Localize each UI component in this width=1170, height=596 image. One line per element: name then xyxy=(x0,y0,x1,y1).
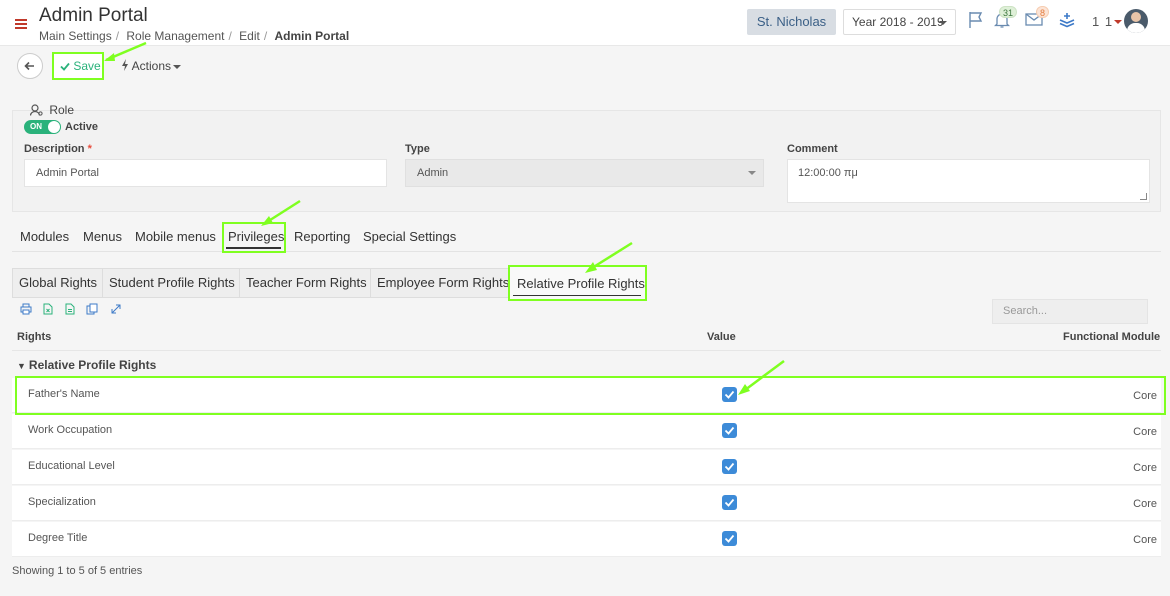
save-button[interactable]: Save xyxy=(52,52,104,80)
year-label: Year 2018 - 2019 xyxy=(852,15,944,29)
right-name: Work Occupation xyxy=(28,424,113,436)
table-row: Specialization Core xyxy=(12,486,1161,521)
annotation-arrow-icon xyxy=(104,41,147,62)
arrow-left-icon xyxy=(24,61,34,71)
resize-handle xyxy=(1140,193,1147,200)
subtab-student-profile-rights[interactable]: Student Profile Rights xyxy=(102,268,242,298)
search-input[interactable]: Search... xyxy=(992,299,1148,324)
module-value: Core xyxy=(1133,534,1157,546)
notification-badge: 31 xyxy=(999,6,1018,18)
annotation-arrow-icon xyxy=(585,241,633,273)
menu-icon[interactable] xyxy=(15,19,27,29)
save-label: Save xyxy=(73,59,101,73)
tab-special-settings[interactable]: Special Settings xyxy=(363,229,456,244)
table-row: Degree Title Core xyxy=(12,522,1161,557)
tab-menus[interactable]: Menus xyxy=(83,229,122,244)
value-checkbox[interactable] xyxy=(722,459,737,474)
value-checkbox[interactable] xyxy=(722,495,737,510)
chevron-down-icon xyxy=(748,171,756,175)
value-checkbox[interactable] xyxy=(722,423,737,438)
right-name: Degree Title xyxy=(28,532,88,544)
toggle-label: ON xyxy=(30,122,42,131)
annotation-arrow-icon xyxy=(738,359,785,395)
user-menu-caret-icon[interactable] xyxy=(1114,20,1122,24)
excel-export-icon[interactable] xyxy=(38,301,58,321)
subtab-relative-profile-rights[interactable]: Relative Profile Rights xyxy=(517,276,645,291)
module-value: Core xyxy=(1133,426,1157,438)
value-checkbox[interactable] xyxy=(722,531,737,546)
message-badge: 8 xyxy=(1036,6,1050,18)
subtab-employee-form-rights[interactable]: Employee Form Rights xyxy=(370,268,517,298)
tab-reporting[interactable]: Reporting xyxy=(294,229,350,244)
school-selector[interactable]: St. Nicholas xyxy=(747,9,836,35)
table-row: Work Occupation Core xyxy=(12,414,1161,449)
active-toggle[interactable]: ON xyxy=(24,120,61,134)
breadcrumb: Main Settings / Role Management / Edit / Ad… xyxy=(39,29,350,43)
description-label: Description * xyxy=(24,143,92,155)
description-field[interactable]: Admin Portal xyxy=(24,159,387,187)
comment-label: Comment xyxy=(787,143,838,155)
table-info: Showing 1 to 5 of 5 entries xyxy=(12,565,143,577)
user-id[interactable]: 1 1 xyxy=(1092,14,1113,29)
table-row: Educational Level Core xyxy=(12,450,1161,485)
back-button[interactable] xyxy=(17,53,43,79)
subtab-teacher-form-rights[interactable]: Teacher Form Rights xyxy=(239,268,374,298)
page-title: Admin Portal xyxy=(39,5,148,26)
breadcrumb-current: Admin Portal xyxy=(274,29,350,43)
layers-add-icon[interactable] xyxy=(1058,11,1076,29)
avatar[interactable] xyxy=(1124,9,1148,33)
module-value: Core xyxy=(1133,462,1157,474)
breadcrumb-edit[interactable]: Edit xyxy=(239,29,260,43)
right-name: Educational Level xyxy=(28,460,115,472)
csv-export-icon[interactable] xyxy=(60,301,80,321)
role-section-title: Role xyxy=(30,103,74,117)
annotation-arrow-icon xyxy=(261,199,301,226)
active-label: Active xyxy=(65,121,99,133)
type-select[interactable]: Admin xyxy=(405,159,764,187)
column-rights[interactable]: Rights xyxy=(17,331,51,343)
type-label: Type xyxy=(405,143,430,155)
user-cog-icon xyxy=(30,104,43,116)
column-functional-module[interactable]: Functional Module xyxy=(1063,331,1160,343)
flag-icon[interactable] xyxy=(968,11,986,29)
group-row[interactable]: ▼ Relative Profile Rights xyxy=(17,358,156,372)
tab-mobile-menus[interactable]: Mobile menus xyxy=(135,229,216,244)
row-highlight xyxy=(15,376,1166,415)
column-value[interactable]: Value xyxy=(707,331,736,343)
right-name: Specialization xyxy=(28,496,96,508)
chevron-down-icon xyxy=(173,64,182,69)
comment-field[interactable]: 12:00:00 πμ xyxy=(787,159,1150,203)
check-icon xyxy=(60,62,70,71)
year-selector[interactable]: Year 2018 - 2019 xyxy=(843,9,956,35)
top-bar: Admin Portal Main Settings / Role Managem… xyxy=(0,0,1170,46)
chevron-down-icon: ▼ xyxy=(17,361,26,371)
chevron-down-icon xyxy=(939,21,947,25)
subtab-global-rights[interactable]: Global Rights xyxy=(12,268,105,298)
expand-icon[interactable] xyxy=(106,301,126,321)
tab-modules[interactable]: Modules xyxy=(20,229,69,244)
print-icon[interactable] xyxy=(16,301,36,321)
module-value: Core xyxy=(1133,498,1157,510)
copy-icon[interactable] xyxy=(82,301,102,321)
